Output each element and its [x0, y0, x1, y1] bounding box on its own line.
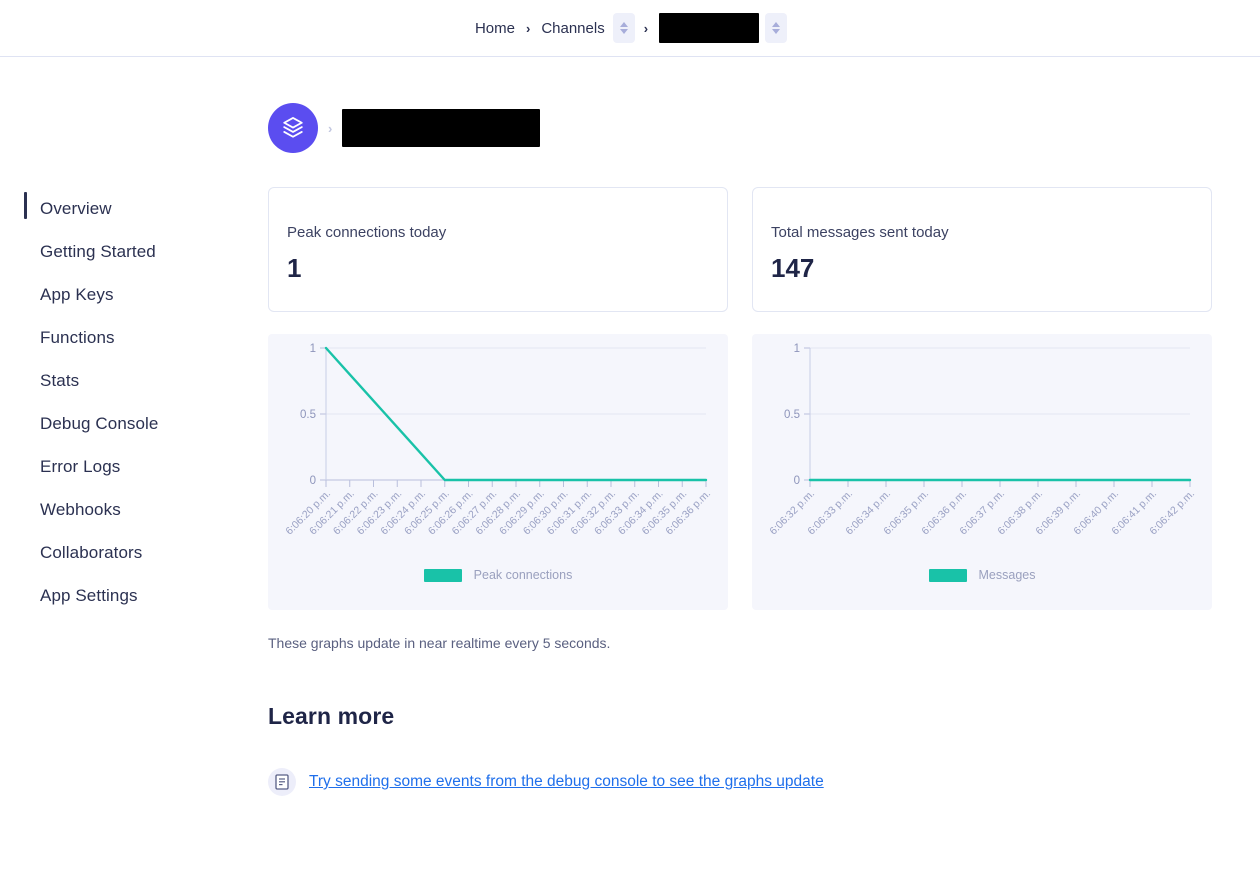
legend-label: Peak connections [473, 568, 573, 582]
svg-text:0.5: 0.5 [300, 409, 316, 421]
sidebar-item-stats[interactable]: Stats [24, 359, 268, 402]
peak-connections-value: 1 [287, 253, 302, 283]
charts-row: 0 0.5 1 6:06:20 p.m. 6:06:21 p.m. 6:06:22 p.m… [268, 334, 1212, 610]
svg-text:1: 1 [794, 343, 800, 355]
svg-text:0.5: 0.5 [784, 409, 800, 421]
sidebar-item-label: Webhooks [40, 499, 121, 519]
sidebar-item-label: Error Logs [40, 456, 121, 476]
sidebar-item-label: Stats [40, 370, 80, 390]
main-content: Peak connections today 1 Total messages … [268, 187, 1260, 796]
app-selector-chevron-up-down-icon[interactable] [765, 13, 788, 43]
sidebar-item-label: App Keys [40, 284, 114, 304]
stat-cards: Peak connections today 1 Total messages … [268, 187, 1212, 312]
peak-connections-chart-canvas: 00.516:06:20 p.m.6:06:21 p.m.6:06:22 p.m… [283, 343, 713, 537]
chevron-down-icon [619, 29, 628, 34]
legend-label: Messages [978, 568, 1036, 582]
svg-text:1: 1 [310, 343, 316, 355]
svg-text:0: 0 [310, 475, 316, 487]
total-messages-card: Total messages sent today 147 [752, 187, 1212, 312]
pusher-logo-icon [268, 103, 318, 153]
sidebar-item-label: Functions [40, 327, 115, 347]
chevron-up-icon [619, 22, 628, 27]
svg-text:0: 0 [794, 475, 800, 487]
sidebar-item-app-keys[interactable]: App Keys [24, 273, 268, 316]
sidebar: Overview Getting Started App Keys Functi… [0, 187, 268, 796]
app-header: › [0, 57, 1260, 153]
peak-connections-legend: Peak connections [268, 568, 728, 582]
page-layout: Overview Getting Started App Keys Functi… [0, 153, 1260, 796]
sidebar-item-functions[interactable]: Functions [24, 316, 268, 359]
sidebar-item-label: Debug Console [40, 413, 159, 433]
sidebar-item-collaborators[interactable]: Collaborators [24, 531, 268, 574]
messages-legend: Messages [752, 568, 1212, 582]
breadcrumb-home[interactable]: Home [473, 20, 517, 37]
sidebar-item-getting-started[interactable]: Getting Started [24, 230, 268, 273]
breadcrumb: Home › Channels › [473, 13, 788, 43]
messages-chart: 0 0.5 1 6:06:32 p.m. 6:06:33 p.m. 6:06:34 p.m… [752, 334, 1212, 610]
debug-console-learn-link[interactable]: Try sending some events from the debug c… [309, 773, 824, 791]
chevron-down-icon-2 [772, 29, 781, 34]
sidebar-item-app-settings[interactable]: App Settings [24, 574, 268, 617]
legend-swatch-icon [423, 568, 462, 582]
peak-connections-chart: 0 0.5 1 6:06:20 p.m. 6:06:21 p.m. 6:06:22 p.m… [268, 334, 728, 610]
sidebar-item-label: App Settings [40, 585, 138, 605]
breadcrumb-app-name-redacted[interactable] [659, 13, 760, 43]
document-icon [268, 768, 296, 796]
peak-connections-card: Peak connections today 1 [268, 187, 728, 312]
chevron-right-icon-3: › [328, 120, 333, 136]
chevron-right-icon-2: › [643, 20, 649, 36]
chevron-up-icon-2 [772, 22, 781, 27]
messages-chart-canvas: 00.516:06:32 p.m.6:06:33 p.m.6:06:34 p.m… [767, 343, 1197, 537]
learn-more-item[interactable]: Try sending some events from the debug c… [268, 768, 1212, 796]
chevron-right-icon: › [525, 20, 531, 36]
sidebar-item-label: Collaborators [40, 542, 143, 562]
legend-swatch-icon [928, 568, 967, 582]
peak-connections-label: Peak connections today [287, 224, 447, 241]
total-messages-value: 147 [771, 253, 815, 283]
sidebar-item-webhooks[interactable]: Webhooks [24, 488, 268, 531]
breadcrumb-bar: Home › Channels › [0, 0, 1260, 57]
sidebar-item-overview[interactable]: Overview [24, 187, 268, 230]
sidebar-item-error-logs[interactable]: Error Logs [24, 445, 268, 488]
sidebar-item-debug-console[interactable]: Debug Console [24, 402, 268, 445]
app-name-redacted [342, 109, 541, 147]
charts-refresh-note: These graphs update in near realtime eve… [268, 635, 611, 651]
total-messages-label: Total messages sent today [771, 224, 949, 241]
sidebar-item-label: Overview [40, 198, 112, 218]
sidebar-item-label: Getting Started [40, 241, 156, 261]
channels-selector-chevron-up-down-icon[interactable] [612, 13, 635, 43]
breadcrumb-channels[interactable]: Channels [539, 20, 606, 37]
learn-more-title: Learn more [268, 703, 395, 729]
